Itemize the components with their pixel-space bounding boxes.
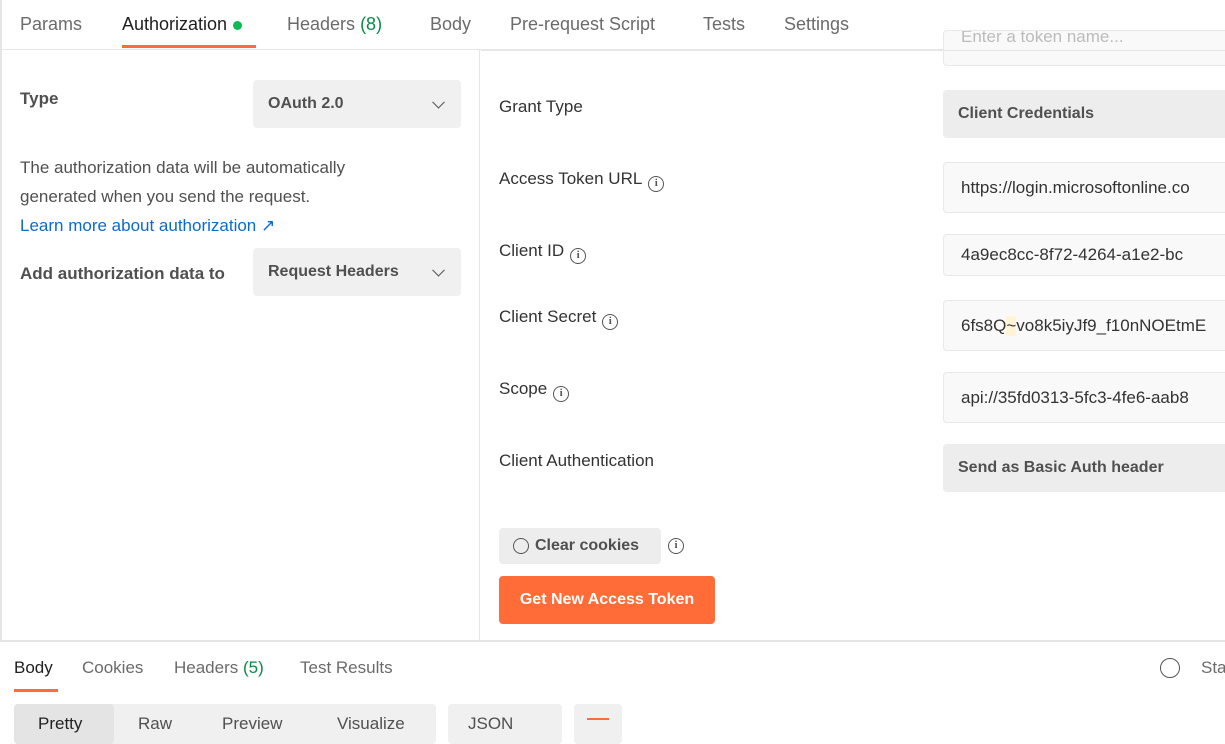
client-id-label: Client ID i (499, 241, 587, 264)
label-text: Client ID (499, 241, 565, 260)
clear-cookies-button[interactable]: Clear cookies (499, 528, 661, 564)
secret-part: 6fs8Q (961, 315, 1007, 335)
client-auth-label: Client Authentication (499, 451, 654, 470)
add-to-select[interactable]: Request Headers (253, 248, 461, 296)
auth-description: The authorization data will be automatic… (20, 153, 420, 240)
response-tab-test-results[interactable]: Test Results (300, 658, 393, 678)
tab-headers[interactable]: Headers (8) (287, 14, 382, 35)
chevron-down-icon (432, 95, 445, 109)
info-icon[interactable]: i (668, 538, 684, 554)
response-tab-headers[interactable]: Headers (5) (174, 658, 264, 678)
label-text: Scope (499, 379, 548, 398)
grant-type-label: Grant Type (499, 97, 583, 116)
grant-type-select[interactable]: Client Credentials (943, 90, 1225, 138)
placeholder: Enter a token name... (961, 30, 1124, 46)
info-icon[interactable]: i (648, 176, 665, 192)
globe-lock-icon[interactable] (1160, 658, 1180, 678)
label-text: Client Secret (499, 307, 597, 326)
format-value: JSON (468, 714, 514, 733)
client-secret-input[interactable]: 6fs8Q ~ vo8k5iyJf9_f10nNOEtmE (943, 300, 1225, 351)
info-icon[interactable]: i (570, 248, 587, 264)
scope-label: Scope i (499, 379, 570, 402)
auth-type-select[interactable]: OAuth 2.0 (253, 80, 461, 128)
tab-settings[interactable]: Settings (784, 14, 849, 35)
select-value: OAuth 2.0 (268, 95, 344, 112)
headers-count: (8) (360, 14, 383, 34)
response-panel: Body Cookies Headers (5) Test Results St… (0, 640, 1225, 744)
info-icon[interactable]: i (602, 314, 619, 330)
tab-tests[interactable]: Tests (703, 14, 745, 35)
token-name-input[interactable]: Enter a token name... (943, 30, 1225, 66)
view-preview[interactable]: Preview (222, 714, 282, 734)
wrap-lines-button[interactable] (574, 704, 622, 744)
secret-highlight: ~ (1006, 315, 1017, 336)
view-visualize[interactable]: Visualize (337, 714, 405, 734)
tab-body[interactable]: Body (430, 14, 471, 35)
response-tab-cookies[interactable]: Cookies (82, 658, 143, 678)
access-token-url-input[interactable]: https://login.microsoftonline.co (943, 162, 1225, 213)
client-auth-select[interactable]: Send as Basic Auth header (943, 444, 1225, 492)
chevron-down-icon (432, 263, 445, 277)
wrap-icon (587, 718, 609, 720)
access-token-url-label: Access Token URL i (499, 169, 665, 192)
view-raw[interactable]: Raw (138, 714, 172, 734)
label-text: Access Token URL (499, 169, 643, 188)
scope-input[interactable]: api://35fd0313-5fc3-4fe6-aab8 (943, 372, 1225, 423)
status-text: Sta (1201, 658, 1225, 677)
description-text: The authorization data will be automatic… (20, 158, 346, 206)
tab-params[interactable]: Params (20, 14, 82, 35)
learn-more-link[interactable]: Learn more about authorization ↗ (20, 216, 275, 235)
button-label: Clear cookies (535, 537, 640, 554)
tab-label: Authorization (122, 14, 228, 34)
cookie-icon (513, 538, 529, 554)
tab-pre-request-script[interactable]: Pre-request Script (510, 14, 655, 35)
active-indicator-dot (233, 20, 243, 30)
response-tab-body[interactable]: Body (14, 658, 58, 692)
tab-authorization[interactable]: Authorization (122, 14, 257, 48)
select-value: Request Headers (268, 263, 399, 280)
type-label: Type (20, 89, 59, 108)
info-icon[interactable]: i (553, 386, 570, 402)
headers-count: (5) (243, 658, 264, 677)
add-to-label: Add authorization data to (20, 264, 225, 283)
tab-label: Headers (174, 658, 239, 677)
tab-label: Headers (287, 14, 356, 34)
secret-part: vo8k5iyJf9_f10nNOEtmE (1016, 315, 1207, 335)
view-pretty[interactable]: Pretty (38, 714, 82, 734)
client-secret-label: Client Secret i (499, 307, 619, 330)
auth-type-panel: Type OAuth 2.0 The authorization data wi… (0, 50, 480, 641)
get-new-access-token-button[interactable]: Get New Access Token (499, 576, 715, 624)
client-id-input[interactable]: 4a9ec8cc-8f72-4264-a1e2-bc (943, 234, 1225, 276)
